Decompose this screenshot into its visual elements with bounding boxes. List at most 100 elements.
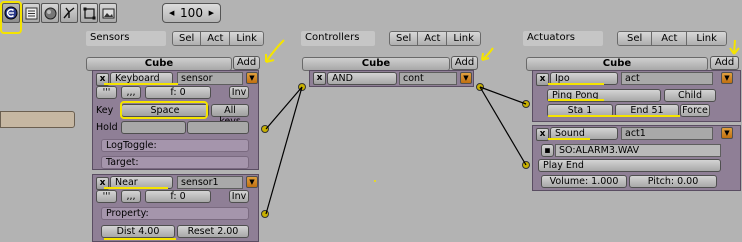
sound-type-label: Sound (555, 128, 585, 139)
and-input-connector[interactable] (298, 83, 306, 91)
and-output-connector[interactable] (476, 83, 484, 91)
keyboard-hold2-button[interactable] (187, 121, 249, 134)
keyboard-type-menu[interactable]: Keyboard (110, 72, 173, 85)
ipo-input-connector[interactable] (522, 100, 530, 108)
sound-browse-icon: ▪ (544, 145, 551, 156)
ipo-delete-button[interactable]: x (536, 73, 549, 86)
and-controller-panel: x AND cont ▼ (309, 70, 474, 87)
zoom-field[interactable]: ◀ 100 ▶ (162, 3, 221, 23)
near-frequency-field[interactable]: f: 0 (145, 190, 211, 203)
sound-play-menu[interactable]: Play End (538, 159, 721, 172)
sound-actuator-panel: x Sound act1 ▼ ▪ SO:ALARM3.WAV Play End … (532, 125, 741, 191)
sensors-add-button[interactable]: Add (233, 56, 260, 70)
ipo-collapse-icon[interactable]: ▼ (721, 72, 733, 84)
wire-keyboard-to-and (265, 86, 303, 130)
sound-play-label: Play End (543, 160, 584, 171)
wire-near-to-and (265, 86, 303, 215)
sensors-act-button[interactable]: Act (201, 32, 231, 45)
keyboard-allkeys-button[interactable]: All keys (211, 104, 249, 127)
ipo-mode-menu[interactable]: Ping Pong (547, 89, 661, 102)
near-delete-button[interactable]: x (96, 177, 109, 190)
sensors-object-header[interactable]: Cube (86, 57, 232, 71)
left-panel-fragment (0, 111, 75, 128)
ipo-force-button[interactable]: Force (680, 104, 710, 117)
sound-browse-button[interactable]: ▪ (541, 144, 554, 157)
wire-and-to-sound (479, 86, 527, 166)
actuators-object-header[interactable]: Cube (526, 57, 708, 71)
and-type-menu[interactable]: AND (327, 72, 397, 85)
ipo-mode-label: Ping Pong (552, 90, 599, 101)
near-type-label: Near (115, 177, 138, 188)
keyboard-invert-button[interactable]: Inv (229, 86, 249, 99)
object-icon (83, 7, 95, 19)
controllers-object-header[interactable]: Cube (302, 57, 450, 71)
and-name-field[interactable]: cont (399, 72, 457, 85)
actuators-link-button[interactable]: Link (687, 32, 726, 45)
controllers-act-button[interactable]: Act (418, 32, 448, 45)
near-output-connector[interactable] (261, 210, 269, 218)
annotation-arrow-actuators (729, 39, 740, 55)
near-collapse-icon[interactable]: ▼ (246, 176, 258, 188)
sensors-link-button[interactable]: Link (230, 32, 263, 45)
sound-input-connector[interactable] (522, 161, 530, 169)
ipo-type-menu[interactable]: Ipo (550, 72, 618, 85)
actuators-sel-button[interactable]: Sel (618, 32, 653, 45)
zoom-decrement[interactable]: ◀ (169, 9, 174, 17)
near-type-menu[interactable]: Near (110, 176, 173, 189)
ipo-end-field[interactable]: End 51 (615, 104, 679, 117)
near-invert-button[interactable]: Inv (229, 190, 249, 203)
ipo-child-button[interactable]: Child (664, 89, 716, 102)
keyboard-output-connector[interactable] (261, 125, 269, 133)
sphere-icon (44, 7, 56, 19)
sound-collapse-icon[interactable]: ▼ (721, 127, 733, 139)
controllers-link-button[interactable]: Link (447, 32, 480, 45)
zoom-increment[interactable]: ▶ (209, 9, 214, 17)
keyboard-collapse-icon[interactable]: ▼ (246, 72, 258, 84)
sound-file-field[interactable]: SO:ALARM3.WAV (555, 144, 721, 157)
keyboard-hold-label: Hold (96, 122, 118, 133)
and-collapse-icon[interactable]: ▼ (460, 72, 472, 84)
actuators-filter: Sel Act Link (617, 31, 727, 46)
controllers-sel-button[interactable]: Sel (390, 32, 419, 45)
actuators-act-button[interactable]: Act (652, 32, 688, 45)
sound-pitch-field[interactable]: Pitch: 0.00 (629, 175, 717, 188)
ipo-type-label: Ipo (555, 73, 570, 84)
ipo-start-field[interactable]: Sta 1 (547, 104, 613, 117)
controllers-add-button[interactable]: Add (451, 56, 478, 70)
actuators-label: Actuators (523, 31, 603, 46)
keyboard-frequency-field[interactable]: f: 0 (145, 86, 211, 99)
actuators-add-button[interactable]: Add (710, 56, 739, 70)
annotation-arrow-sensors (265, 39, 285, 63)
physics-button[interactable] (60, 3, 78, 23)
sensors-label: Sensors (86, 31, 166, 46)
near-name-field[interactable]: sensor1 (177, 176, 243, 189)
keyboard-sensor-panel: x Keyboard sensor ▼ ''' ,,, f: 0 Inv Key… (92, 70, 259, 170)
keyboard-type-label: Keyboard (115, 73, 160, 84)
near-pulse-true-button[interactable]: ''' (96, 190, 117, 203)
keyboard-key-button[interactable]: Space (121, 104, 209, 117)
keyboard-logtoggle-field[interactable]: LogToggle: (101, 139, 249, 152)
image-button[interactable] (99, 3, 117, 23)
keyboard-pulse-false-button[interactable]: ,,, (121, 86, 141, 99)
near-dist-field[interactable]: Dist 4.00 (101, 225, 175, 238)
script-icon (25, 7, 37, 19)
keyboard-target-field[interactable]: Target: (101, 156, 249, 169)
keyboard-delete-button[interactable]: x (96, 73, 109, 86)
sound-type-menu[interactable]: Sound (550, 127, 618, 140)
near-property-field[interactable]: Property: (101, 207, 249, 220)
sound-volume-field[interactable]: Volume: 1.000 (541, 175, 627, 188)
shading-button[interactable] (41, 3, 59, 23)
controllers-label: Controllers (301, 31, 375, 46)
ipo-name-field[interactable]: act (621, 72, 713, 85)
keyboard-name-field[interactable]: sensor (177, 72, 243, 85)
keyboard-pulse-true-button[interactable]: ''' (96, 86, 117, 99)
object-button[interactable] (80, 3, 98, 23)
keyboard-hold1-button[interactable] (121, 121, 186, 134)
script-button[interactable] (22, 3, 40, 23)
sound-name-field[interactable]: act1 (621, 127, 713, 140)
near-reset-field[interactable]: Reset 2.00 (177, 225, 249, 238)
near-pulse-false-button[interactable]: ,,, (121, 190, 141, 203)
and-delete-button[interactable]: x (313, 72, 326, 85)
sensors-sel-button[interactable]: Sel (173, 32, 202, 45)
sound-delete-button[interactable]: x (536, 128, 549, 141)
